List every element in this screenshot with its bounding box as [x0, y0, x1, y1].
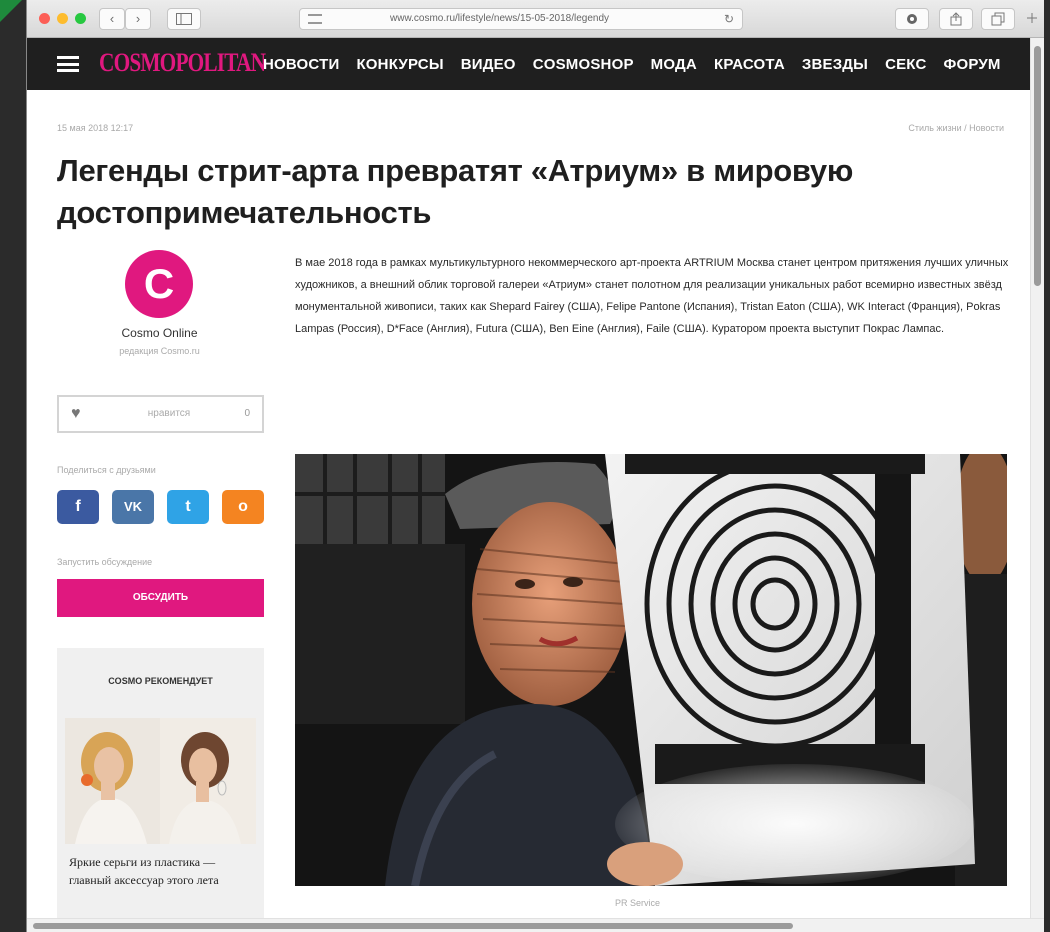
odnoklassniki-icon: o	[238, 498, 248, 515]
browser-window: ‹ › www.cosmo.ru/lifestyle/news/15-05-20…	[26, 0, 1044, 932]
share-icon	[950, 12, 962, 26]
nav-item-forum[interactable]: ФОРУМ	[944, 56, 1001, 73]
nav-item-beauty[interactable]: КРАСОТА	[714, 56, 785, 73]
discuss-button[interactable]: ОБСУДИТЬ	[57, 579, 264, 617]
nav-item-news[interactable]: НОВОСТИ	[263, 56, 339, 73]
vertical-scroll-thumb[interactable]	[1034, 46, 1041, 286]
page-title: Легенды стрит-арта превратят «Атриум» в …	[57, 153, 854, 230]
tabs-overview-button[interactable]	[981, 8, 1015, 30]
close-window-button[interactable]	[39, 13, 50, 24]
recommendation-image[interactable]	[65, 718, 256, 844]
like-button[interactable]: ♥ нравится 0	[57, 395, 264, 433]
recommendation-caption[interactable]: Яркие серьги из пластика — главный аксес…	[69, 853, 257, 889]
recommendation-photo	[65, 718, 256, 844]
corner-artifact	[0, 0, 22, 22]
extension-icon	[907, 14, 917, 24]
tabs-icon	[991, 12, 1005, 26]
avatar[interactable]: C	[125, 250, 193, 318]
article-date: 15 мая 2018 12:17	[57, 123, 134, 133]
share-label: Поделиться с друзьями	[57, 465, 156, 475]
nav-item-cosmoshop[interactable]: COSMOSHOP	[533, 56, 634, 73]
back-button[interactable]: ‹	[99, 8, 125, 30]
reader-icon	[308, 14, 322, 24]
discuss-label: Запустить обсуждение	[57, 557, 153, 567]
like-count: 0	[244, 408, 250, 419]
nav-item-fashion[interactable]: МОДА	[651, 56, 697, 73]
vertical-scrollbar[interactable]	[1030, 38, 1044, 918]
address-bar[interactable]: www.cosmo.ru/lifestyle/news/15-05-2018/l…	[299, 8, 743, 30]
horizontal-scroll-thumb[interactable]	[33, 923, 793, 929]
nav-item-sex[interactable]: СЕКС	[885, 56, 926, 73]
site-logo[interactable]: COSMOPOLITAN	[99, 48, 266, 78]
new-tab-button[interactable]	[1021, 8, 1043, 30]
nav-item-stars[interactable]: ЗВЕЗДЫ	[802, 56, 868, 73]
article-body: В мае 2018 года в рамках мультикультурно…	[295, 257, 1009, 335]
vk-share-button[interactable]: VK	[112, 490, 154, 524]
nav-item-contests[interactable]: КОНКУРСЫ	[356, 56, 443, 73]
site-navbar: COSMOPOLITAN НОВОСТИ КОНКУРСЫ ВИДЕО COSM…	[27, 38, 1031, 90]
minimize-window-button[interactable]	[57, 13, 68, 24]
reload-icon[interactable]: ↻	[724, 9, 734, 29]
facebook-icon: f	[75, 498, 81, 515]
plus-icon	[1027, 13, 1037, 23]
article-photo	[295, 454, 1007, 886]
browser-toolbar: ‹ › www.cosmo.ru/lifestyle/news/15-05-20…	[27, 0, 1044, 38]
nav-item-video[interactable]: ВИДЕО	[461, 56, 516, 73]
address-text: www.cosmo.ru/lifestyle/news/15-05-2018/l…	[390, 13, 609, 24]
photo-credit: PR Service	[615, 898, 661, 908]
share-button[interactable]	[939, 8, 973, 30]
odnoklassniki-share-button[interactable]: o	[222, 490, 264, 524]
twitter-share-button[interactable]: t	[167, 490, 209, 524]
author-name[interactable]: Cosmo Online	[57, 326, 262, 340]
zoom-window-button[interactable]	[75, 13, 86, 24]
chevron-right-icon: ›	[135, 11, 141, 26]
twitter-icon: t	[185, 498, 191, 515]
author-role: редакция Cosmo.ru	[119, 346, 200, 356]
street-artist-photo	[295, 454, 1007, 886]
chevron-left-icon: ‹	[109, 11, 115, 26]
forward-button[interactable]: ›	[125, 8, 151, 30]
vk-icon: VK	[123, 499, 143, 514]
recommendation-heading: COSMO РЕКОМЕНДУЕТ	[108, 676, 213, 686]
main-nav: НОВОСТИ КОНКУРСЫ ВИДЕО COSMOSHOP МОДА КР…	[263, 38, 1018, 90]
like-label: нравится	[147, 408, 191, 419]
extension-button[interactable]	[895, 8, 929, 30]
horizontal-scrollbar[interactable]	[27, 918, 1044, 932]
hamburger-menu-icon[interactable]	[57, 56, 79, 72]
recommendation-card[interactable]: COSMO РЕКОМЕНДУЕТ Яркие серьги из пласти…	[57, 648, 264, 918]
breadcrumb[interactable]: Стиль жизни / Новости	[908, 123, 1004, 133]
sidebar-icon	[176, 13, 192, 25]
sidebar-toggle-button[interactable]	[167, 8, 201, 30]
facebook-share-button[interactable]: f	[57, 490, 99, 524]
heart-icon: ♥	[71, 405, 81, 422]
